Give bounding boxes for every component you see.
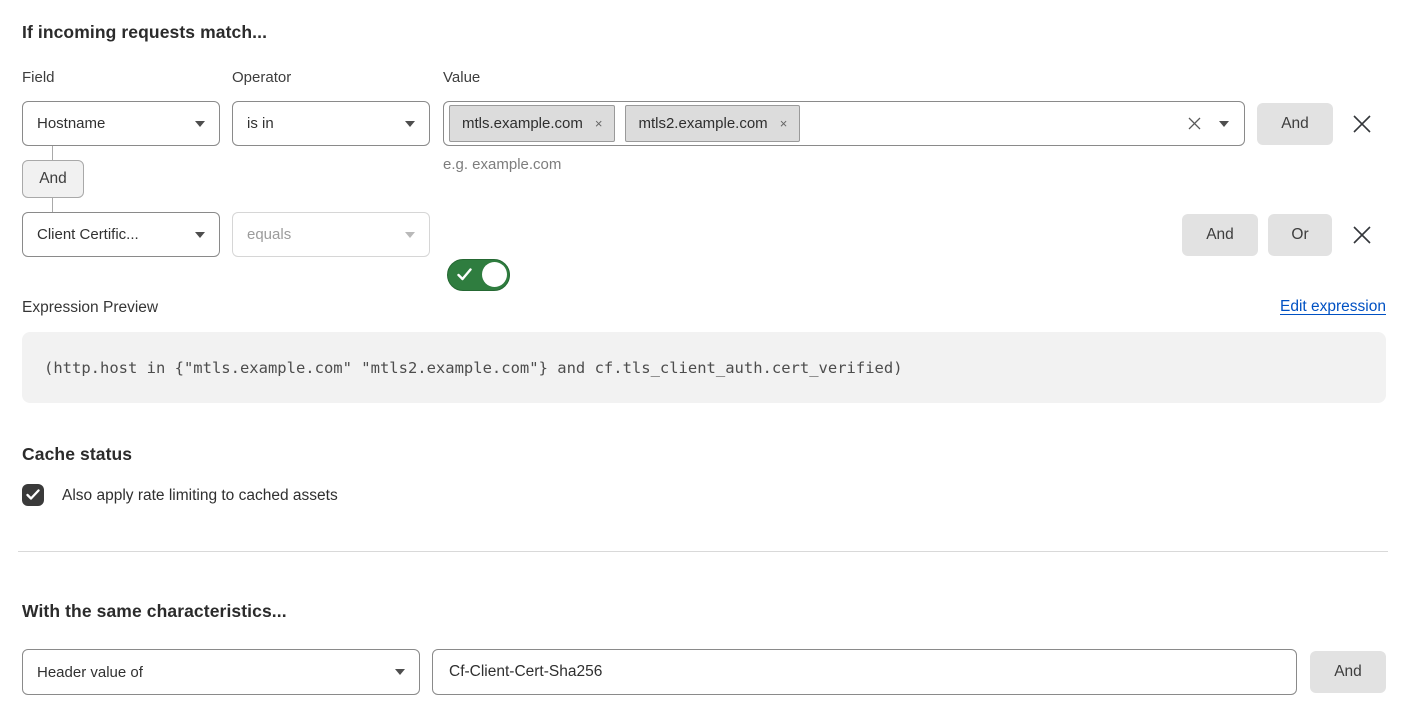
- value-label: Value: [443, 69, 480, 86]
- field-select-row2-value: Client Certific...: [37, 226, 139, 243]
- operator-select-row2-value: equals: [247, 226, 291, 243]
- add-characteristic-button[interactable]: And: [1310, 651, 1386, 693]
- add-and-condition-button-row2[interactable]: And: [1182, 214, 1258, 256]
- characteristic-type-value: Header value of: [37, 664, 143, 681]
- chevron-down-icon: [395, 669, 405, 675]
- edit-expression-link[interactable]: Edit expression: [1280, 298, 1386, 316]
- delete-condition-icon-row1[interactable]: [1349, 111, 1375, 137]
- field-select-row1[interactable]: Hostname: [22, 101, 220, 146]
- field-label: Field: [22, 69, 55, 86]
- toggle-knob: [482, 262, 507, 287]
- delete-condition-icon-row2[interactable]: [1349, 222, 1375, 248]
- tag-remove-icon[interactable]: ×: [780, 117, 788, 130]
- expression-code-preview: (http.host in {"mtls.example.com" "mtls2…: [22, 332, 1386, 403]
- value-tag-label: mtls2.example.com: [638, 115, 767, 132]
- operator-select-row2-disabled: equals: [232, 212, 430, 257]
- characteristics-heading: With the same characteristics...: [22, 601, 287, 622]
- header-name-input[interactable]: [432, 649, 1297, 695]
- cached-assets-checkbox-label: Also apply rate limiting to cached asset…: [62, 487, 338, 505]
- chevron-down-icon: [405, 121, 415, 127]
- clear-values-icon[interactable]: [1187, 102, 1202, 145]
- value-tag[interactable]: mtls.example.com ×: [449, 105, 615, 142]
- add-or-condition-button-row2[interactable]: Or: [1268, 214, 1332, 256]
- connector-line: [52, 198, 53, 212]
- chevron-down-icon: [195, 232, 205, 238]
- chevron-down-icon: [405, 232, 415, 238]
- expression-preview-label: Expression Preview: [22, 299, 158, 317]
- match-section-heading: If incoming requests match...: [22, 22, 267, 43]
- chevron-down-icon: [195, 121, 205, 127]
- value-multiselect-input[interactable]: mtls.example.com × mtls2.example.com ×: [443, 101, 1245, 146]
- characteristic-type-select[interactable]: Header value of: [22, 649, 420, 695]
- operator-select-row1-value: is in: [247, 115, 274, 132]
- chevron-down-icon[interactable]: [1219, 121, 1229, 127]
- field-select-row1-value: Hostname: [37, 115, 105, 132]
- condition-connector-and-button[interactable]: And: [22, 160, 84, 198]
- cached-assets-checkbox[interactable]: [22, 484, 44, 506]
- section-divider: [18, 551, 1388, 552]
- checkmark-icon: [457, 268, 472, 286]
- value-helper-text: e.g. example.com: [443, 156, 561, 173]
- operator-label: Operator: [232, 69, 291, 86]
- cache-status-heading: Cache status: [22, 444, 132, 465]
- field-select-row2[interactable]: Client Certific...: [22, 212, 220, 257]
- add-and-condition-button-row1[interactable]: And: [1257, 103, 1333, 145]
- rate-limiting-rule-form: If incoming requests match... Field Oper…: [0, 0, 1420, 720]
- cert-verified-toggle[interactable]: [447, 259, 510, 291]
- value-tag-label: mtls.example.com: [462, 115, 583, 132]
- connector-line: [52, 146, 53, 160]
- operator-select-row1[interactable]: is in: [232, 101, 430, 146]
- checkmark-icon: [26, 489, 40, 501]
- tag-remove-icon[interactable]: ×: [595, 117, 603, 130]
- value-tag[interactable]: mtls2.example.com ×: [625, 105, 800, 142]
